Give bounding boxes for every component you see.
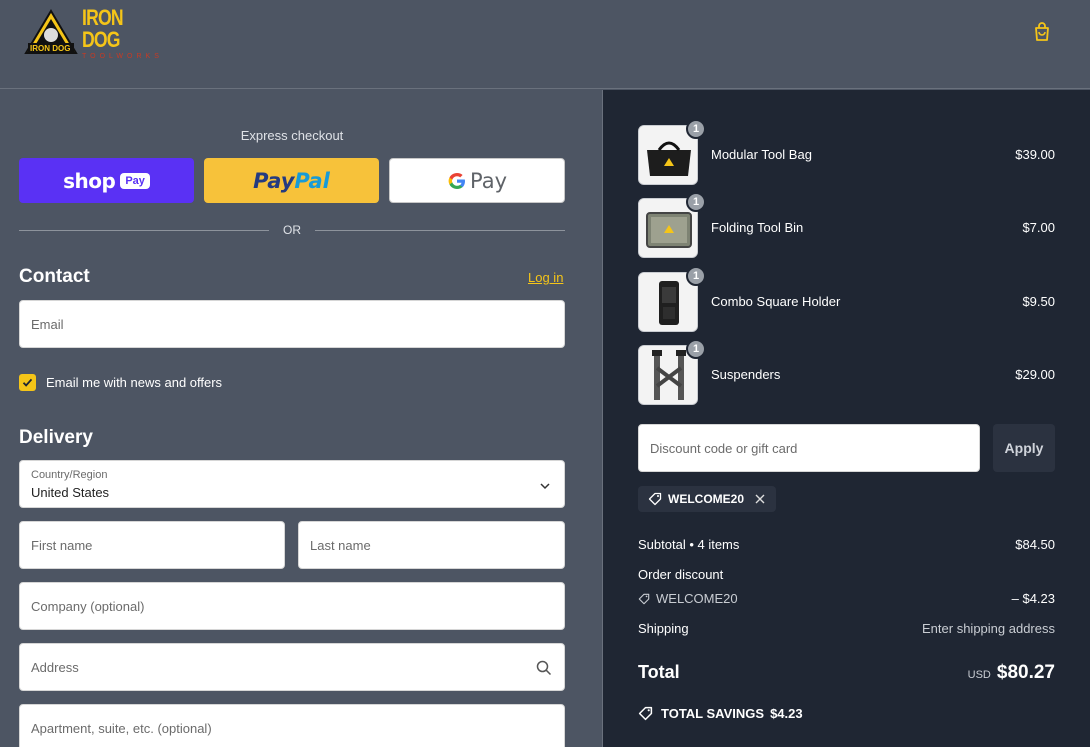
- shipping-row: Shipping Enter shipping address: [638, 621, 1055, 636]
- google-pay-label: Pay: [469, 168, 508, 193]
- paypal-button[interactable]: PayPal: [204, 158, 379, 203]
- country-select-label: Country/Region: [31, 469, 108, 481]
- tag-icon: [638, 706, 653, 721]
- shipping-value: Enter shipping address: [922, 621, 1055, 636]
- email-field-wrapper: [19, 300, 565, 348]
- currency-code: USD: [967, 669, 991, 681]
- paypal-logo-a: Pay: [253, 168, 295, 193]
- quantity-badge: 1: [686, 339, 706, 359]
- subtotal-value: $84.50: [1015, 537, 1055, 552]
- apartment-input[interactable]: [20, 705, 564, 747]
- tag-icon: [648, 492, 662, 506]
- last-name-input[interactable]: [299, 522, 564, 568]
- site-header: IRON DOG IRON DOG TOOLWORKS: [0, 0, 1090, 89]
- chevron-down-icon: [540, 483, 550, 490]
- discount-code-label: WELCOME20: [656, 591, 738, 606]
- checkmark-icon: [22, 378, 33, 387]
- company-field-wrapper: [19, 582, 565, 630]
- delivery-heading: Delivery: [19, 427, 93, 448]
- item-name: Folding Tool Bin: [711, 220, 804, 235]
- discount-code-row: WELCOME20 – $4.23: [638, 591, 1055, 608]
- total-savings: TOTAL SAVINGS $4.23: [638, 706, 803, 721]
- line-item: 1 Combo Square Holder $9.50: [638, 266, 1055, 332]
- item-price: $7.00: [1022, 220, 1055, 235]
- line-item: 1 Folding Tool Bin $7.00: [638, 192, 1055, 258]
- item-name: Suspenders: [711, 367, 781, 382]
- last-name-field-wrapper: [298, 521, 565, 569]
- line-item: 1 Modular Tool Bag $39.00: [638, 119, 1055, 185]
- quantity-badge: 1: [686, 266, 706, 286]
- apply-discount-button[interactable]: Apply: [993, 424, 1055, 472]
- order-discount-label: Order discount: [638, 567, 724, 582]
- logo-badge-text: IRON DOG: [30, 44, 71, 53]
- shop-pay-label: shop: [63, 168, 116, 193]
- subtotal-label: Subtotal • 4 items: [638, 537, 740, 552]
- shopping-bag-icon: [1035, 22, 1049, 41]
- or-label: OR: [283, 223, 301, 237]
- express-checkout-label: Express checkout: [240, 128, 344, 143]
- or-divider: OR: [19, 222, 565, 238]
- quantity-badge: 1: [686, 119, 706, 139]
- address-field-wrapper: [19, 643, 565, 691]
- company-input[interactable]: [20, 583, 564, 629]
- paypal-logo: PayPal: [253, 169, 330, 193]
- brand-title: IRON DOG: [82, 4, 124, 52]
- shipping-label: Shipping: [638, 621, 689, 636]
- tag-icon: [638, 593, 650, 604]
- address-input[interactable]: [20, 644, 564, 690]
- shop-pay-button[interactable]: shop Pay: [19, 158, 194, 203]
- apartment-field-wrapper: [19, 704, 565, 747]
- brand-subtitle: TOOLWORKS: [82, 52, 163, 60]
- applied-discount-chip: WELCOME20: [638, 486, 777, 512]
- total-row: Total USD $80.27: [638, 662, 1055, 683]
- logo-badge-icon: IRON DOG: [24, 9, 78, 57]
- discount-value: – $4.23: [1011, 591, 1055, 606]
- newsletter-label: Email me with news and offers: [46, 375, 223, 390]
- savings-value: $4.23: [770, 706, 803, 721]
- applied-discount-code: WELCOME20: [668, 492, 745, 506]
- shop-pay-badge: Pay: [120, 172, 150, 189]
- item-price: $29.00: [1015, 367, 1055, 382]
- google-pay-button[interactable]: Pay: [389, 158, 565, 203]
- country-select[interactable]: Country/Region United States: [19, 460, 565, 508]
- savings-label: TOTAL SAVINGS: [661, 706, 765, 721]
- total-value: $80.27: [996, 662, 1055, 683]
- discount-code-wrap: WELCOME20: [638, 591, 738, 606]
- item-price: $9.50: [1022, 294, 1055, 309]
- google-g-icon: [448, 172, 465, 189]
- discount-code-input[interactable]: [639, 425, 979, 471]
- order-discount-row: Order discount: [638, 567, 1055, 582]
- total-amount: USD $80.27: [968, 662, 1055, 684]
- search-icon: [536, 660, 552, 676]
- contact-heading: Contact: [19, 266, 90, 287]
- login-link[interactable]: Log in: [528, 270, 563, 285]
- quantity-badge: 1: [686, 192, 706, 212]
- newsletter-checkbox[interactable]: [19, 374, 36, 391]
- cart-button[interactable]: [1030, 20, 1054, 44]
- first-name-input[interactable]: [20, 522, 284, 568]
- item-name: Combo Square Holder: [711, 294, 841, 309]
- paypal-logo-b: Pal: [294, 168, 330, 193]
- discount-field-wrapper: [638, 424, 980, 472]
- email-input[interactable]: [20, 301, 564, 347]
- first-name-field-wrapper: [19, 521, 285, 569]
- total-label: Total: [638, 662, 680, 682]
- line-item: 1 Suspenders $29.00: [638, 339, 1055, 405]
- country-select-value: United States: [31, 485, 110, 500]
- checkout-form: Express checkout shop Pay PayPal Pay OR …: [0, 90, 601, 747]
- subtotal-row: Subtotal • 4 items $84.50: [638, 537, 1055, 552]
- remove-discount-icon[interactable]: [754, 493, 766, 505]
- item-price: $39.00: [1015, 147, 1055, 162]
- order-summary: 1 Modular Tool Bag $39.00 1 Folding Tool…: [602, 90, 1090, 747]
- brand-logo[interactable]: IRON DOG IRON DOG TOOLWORKS: [24, 4, 164, 60]
- newsletter-checkbox-row[interactable]: Email me with news and offers: [19, 374, 222, 391]
- item-name: Modular Tool Bag: [711, 147, 812, 162]
